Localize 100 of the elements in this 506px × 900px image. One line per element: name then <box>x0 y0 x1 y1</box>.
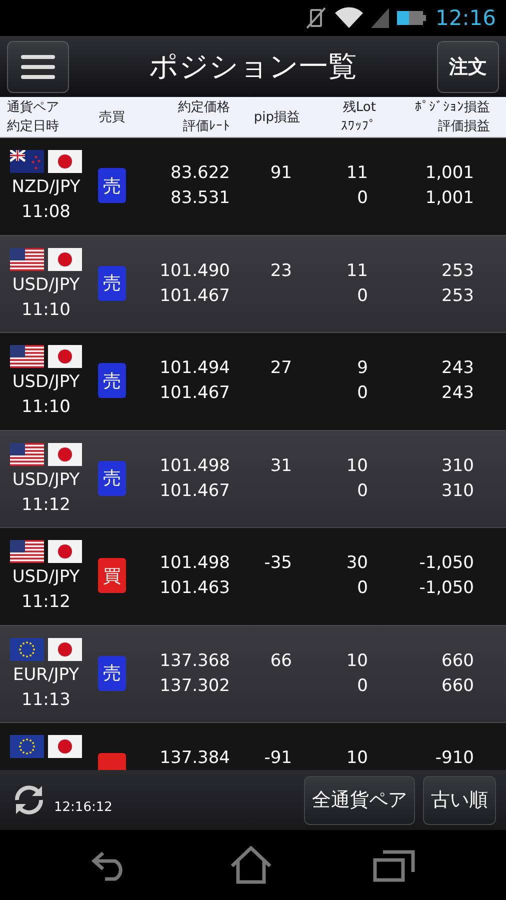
position-pnl: 243 <box>442 357 474 380</box>
column-header: ﾎﾟｼﾞｼｮﾝ損益 <box>415 99 490 117</box>
home-icon[interactable] <box>230 846 272 884</box>
valuation-pnl: -1,050 <box>419 577 474 600</box>
swap-value: 0 <box>357 674 368 698</box>
valuation-rate: 83.531 <box>170 187 230 210</box>
order-button[interactable]: 注文 <box>437 40 499 92</box>
trade-time: 11:10 <box>22 298 70 322</box>
valuation-rate: 137.302 <box>160 674 230 698</box>
eu-flag-icon <box>10 735 44 758</box>
remaining-lot: 30 <box>346 552 368 575</box>
vibrate-off-icon <box>305 6 328 30</box>
contract-price: 101.498 <box>160 552 230 575</box>
trade-time: 11:13 <box>22 688 70 712</box>
side-badge: 買 <box>98 558 126 593</box>
contract-price: 101.498 <box>160 454 230 478</box>
swap-value: 0 <box>357 480 368 502</box>
japan-flag-icon <box>48 735 82 758</box>
contract-price: 137.384 <box>160 747 230 770</box>
contract-price: 101.490 <box>160 260 230 282</box>
position-pnl: 660 <box>442 650 474 672</box>
column-header: 通貨ペア <box>7 99 59 117</box>
us-flag-icon <box>10 540 44 563</box>
japan-flag-icon <box>48 442 82 466</box>
side-badge: 売 <box>98 168 126 203</box>
remaining-lot: 11 <box>346 162 368 185</box>
trade-time: 11:12 <box>22 591 70 614</box>
position-pnl: 253 <box>442 260 474 282</box>
position-pnl: 310 <box>442 454 474 478</box>
valuation-pnl: 310 <box>442 480 474 502</box>
currency-pair: USD/JPY <box>12 566 80 589</box>
swap-value: 0 <box>357 577 368 600</box>
us-flag-icon <box>10 345 44 368</box>
pip-pnl: 27 <box>270 357 292 380</box>
remaining-lot: 9 <box>357 357 368 380</box>
column-header: ｽﾜｯﾌﾟ <box>341 118 376 136</box>
contract-price: 83.622 <box>170 162 230 185</box>
swap-value: 0 <box>357 382 368 405</box>
menu-icon <box>21 54 55 80</box>
column-header: 残Lot <box>342 99 376 117</box>
update-time: 12:16:12 <box>54 800 112 814</box>
column-header: 約定価格 <box>178 99 230 117</box>
pip-pnl: 66 <box>270 650 292 672</box>
pip-pnl: -35 <box>264 552 292 575</box>
pip-pnl: 23 <box>270 260 292 282</box>
currency-pair: USD/JPY <box>12 274 80 296</box>
valuation-pnl: 243 <box>442 382 474 405</box>
valuation-rate: 101.463 <box>160 577 230 600</box>
new-zealand-flag-icon <box>10 150 44 173</box>
remaining-lot: 10 <box>346 454 368 478</box>
pip-pnl: 91 <box>270 162 292 185</box>
trade-time: 11:10 <box>22 396 70 419</box>
battery-icon <box>397 8 428 28</box>
valuation-rate: 101.467 <box>160 284 230 308</box>
column-header: 評価ﾚｰﾄ <box>183 118 230 136</box>
swap-value: 0 <box>357 187 368 210</box>
japan-flag-icon <box>48 540 82 563</box>
trade-time: 11:08 <box>22 201 70 224</box>
swap-value: 0 <box>357 284 368 308</box>
column-header: 売買 <box>99 108 125 126</box>
japan-flag-icon <box>48 248 82 270</box>
side-badge: 売 <box>98 266 126 300</box>
menu-button[interactable] <box>7 40 69 92</box>
valuation-pnl: 660 <box>442 674 474 698</box>
valuation-rate: 101.467 <box>160 480 230 502</box>
japan-flag-icon <box>48 150 82 173</box>
side-badge: 売 <box>98 656 126 690</box>
recent-apps-icon[interactable] <box>373 848 416 882</box>
column-header: 評価損益 <box>438 118 490 136</box>
currency-pair: USD/JPY <box>12 468 80 492</box>
side-badge: 売 <box>98 460 126 496</box>
remaining-lot: 11 <box>346 260 368 282</box>
contract-price: 101.494 <box>160 357 230 380</box>
side-badge: 売 <box>98 363 126 398</box>
japan-flag-icon <box>48 345 82 368</box>
column-header: pip損益 <box>254 108 300 126</box>
valuation-rate: 101.467 <box>160 382 230 405</box>
contract-price: 137.368 <box>160 650 230 672</box>
currency-pair: EUR/JPY <box>13 664 79 686</box>
currency-pair: NZD/JPY <box>12 176 80 199</box>
pip-pnl: 31 <box>270 454 292 478</box>
position-pnl: -910 <box>435 747 474 770</box>
signal-icon <box>371 8 390 28</box>
japan-flag-icon <box>48 638 82 660</box>
remaining-lot: 10 <box>346 650 368 672</box>
screen-title: ポジション一覧 <box>149 48 357 84</box>
us-flag-icon <box>10 442 44 466</box>
trade-time: 11:12 <box>22 494 70 516</box>
sort-button[interactable]: 古い順 <box>423 776 496 824</box>
valuation-pnl: 253 <box>442 284 474 308</box>
position-pnl: -1,050 <box>419 552 474 575</box>
valuation-pnl: 1,001 <box>425 187 474 210</box>
status-time: 12:16 <box>435 6 496 30</box>
eu-flag-icon <box>10 638 44 660</box>
remaining-lot: 10 <box>346 747 368 770</box>
column-header: 約定日時 <box>7 118 59 136</box>
currency-pair: USD/JPY <box>12 371 80 394</box>
position-pnl: 1,001 <box>425 162 474 185</box>
wifi-icon <box>335 7 364 29</box>
currency-filter-button[interactable]: 全通貨ペア <box>304 776 415 824</box>
